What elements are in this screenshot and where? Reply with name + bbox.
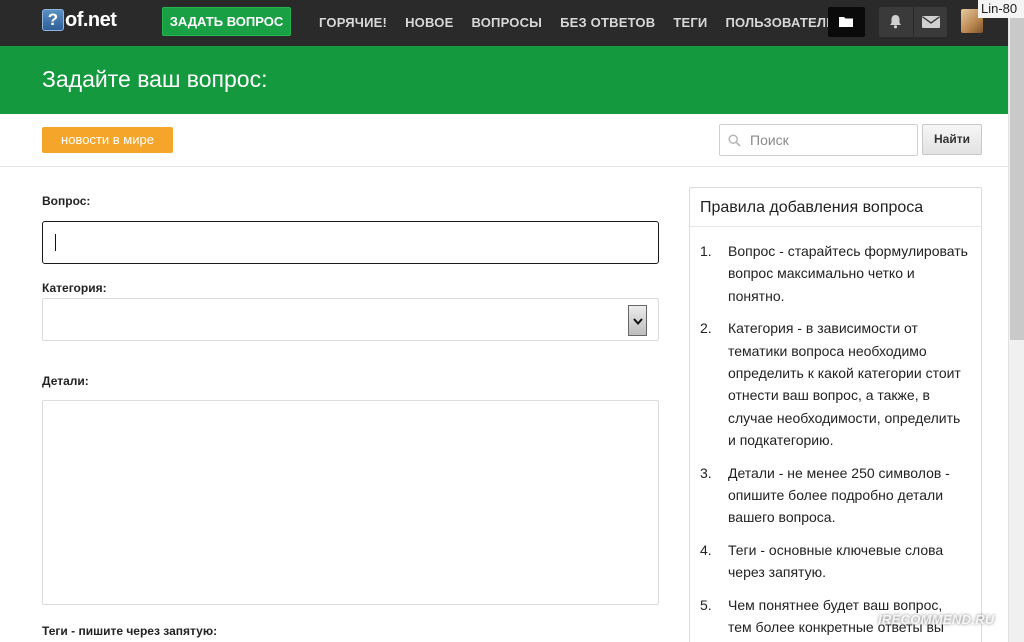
rule-text: Вопрос - старайтесь формулировать вопрос… <box>728 243 968 304</box>
rules-list: 1. Вопрос - старайтесь формулировать воп… <box>690 227 981 639</box>
category-select[interactable] <box>42 298 659 341</box>
logo-text: of.net <box>65 8 117 31</box>
scrollbar-thumb[interactable] <box>1010 18 1024 340</box>
world-news-button[interactable]: новости в мире <box>42 127 173 153</box>
notifications-button[interactable] <box>879 7 913 37</box>
nav-item-new[interactable]: НОВОЕ <box>405 15 453 30</box>
search-box[interactable] <box>719 124 918 156</box>
folder-icon <box>839 17 853 27</box>
question-input[interactable] <box>42 221 659 264</box>
details-label: Детали: <box>42 374 89 388</box>
main-nav: ГОРЯЧИЕ! НОВОЕ ВОПРОСЫ БЕЗ ОТВЕТОВ ТЕГИ … <box>319 0 854 44</box>
ask-question-button[interactable]: ЗАДАТЬ ВОПРОС <box>162 7 291 36</box>
logo-icon: ? <box>42 9 64 31</box>
search-icon <box>728 134 741 147</box>
details-textarea[interactable] <box>42 400 659 605</box>
top-navbar: ? of.net ЗАДАТЬ ВОПРОС ГОРЯЧИЕ! НОВОЕ ВО… <box>0 0 1008 46</box>
rule-number: 3. <box>700 464 712 481</box>
watermark: IRECOMMEND.RU <box>878 612 995 627</box>
messages-button[interactable] <box>913 7 947 37</box>
tags-label: Теги - пишите через запятую: <box>42 624 218 638</box>
rules-title: Правила добавления вопроса <box>690 188 981 227</box>
nav-item-hot[interactable]: ГОРЯЧИЕ! <box>319 15 387 30</box>
nav-item-unanswered[interactable]: БЕЗ ОТВЕТОВ <box>560 15 655 30</box>
page-banner: Задайте ваш вопрос: <box>0 46 1008 114</box>
select-dropdown-button[interactable] <box>628 305 647 336</box>
rule-text: Теги - основные ключевые слова через зап… <box>728 541 944 581</box>
rule-number: 4. <box>700 541 712 558</box>
rule-number: 1. <box>700 243 712 259</box>
envelope-icon <box>922 16 940 28</box>
rule-item: 3. Детали - не менее 250 символов - опиш… <box>700 462 969 529</box>
bell-icon <box>890 15 901 29</box>
page-scrollbar[interactable] <box>1008 18 1024 642</box>
question-label: Вопрос: <box>42 194 91 208</box>
rules-panel: Правила добавления вопроса 1. Вопрос - с… <box>689 187 982 642</box>
nav-item-tags[interactable]: ТЕГИ <box>673 15 707 30</box>
find-button[interactable]: Найти <box>922 124 982 155</box>
chevron-down-icon <box>633 318 643 325</box>
nav-item-users[interactable]: ПОЛЬЗОВАТЕЛИ <box>725 15 835 30</box>
sub-toolbar: новости в мире Найти <box>0 114 1008 167</box>
rule-item: 1. Вопрос - старайтесь формулировать воп… <box>700 240 969 307</box>
rule-text: Детали - не менее 250 символов - опишите… <box>728 464 950 526</box>
rule-text: Категория - в зависимости от тематики во… <box>728 320 961 449</box>
folder-button[interactable] <box>828 7 865 37</box>
page-title: Задайте ваш вопрос: <box>42 66 268 92</box>
rule-number: 2. <box>700 320 712 337</box>
username-label: Lin-80 <box>978 0 1024 18</box>
rule-number: 5. <box>700 596 712 613</box>
text-caret <box>55 234 56 251</box>
search-input[interactable] <box>750 129 910 151</box>
site-logo[interactable]: ? of.net <box>42 6 117 34</box>
rule-item: 4. Теги - основные ключевые слова через … <box>700 539 969 584</box>
nav-item-questions[interactable]: ВОПРОСЫ <box>471 15 542 30</box>
category-label: Категория: <box>42 281 107 295</box>
rule-item: 2. Категория - в зависимости от тематики… <box>700 317 969 451</box>
